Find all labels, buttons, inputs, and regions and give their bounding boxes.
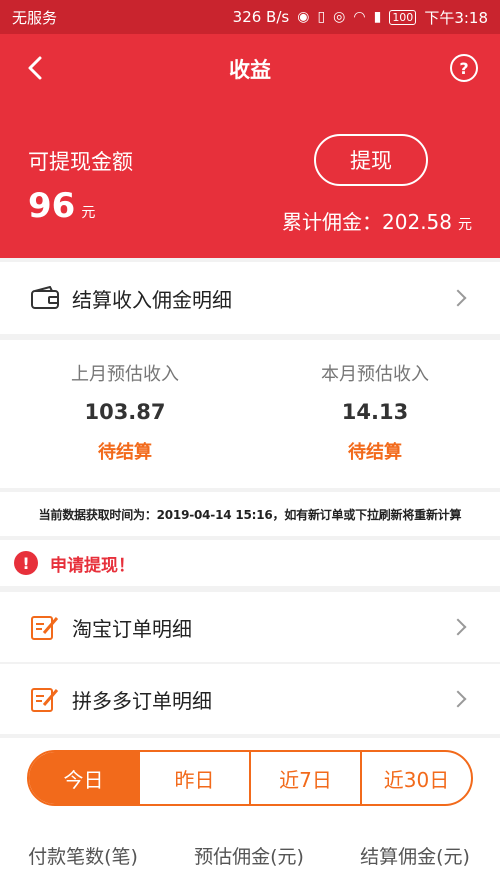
this-month-value: 14.13 <box>341 400 409 424</box>
data-timestamp-note: 当前数据获取时间为：2019-04-14 15:16，如有新订单或下拉刷新将重新… <box>0 492 500 536</box>
tab-today[interactable]: 今日 <box>29 752 138 804</box>
network-speed: 326 B/s <box>232 8 290 26</box>
last-month-status: 待结算 <box>98 442 152 463</box>
last-month-stat: 上月预估收入 103.87 待结算 <box>0 340 250 464</box>
period-section: 今日 昨日 近7日 近30日 付款笔数(笔) 预估佣金(元) 结算佣金(元) <box>0 738 500 889</box>
clock: 下午3:18 <box>424 8 488 27</box>
period-tabs: 今日 昨日 近7日 近30日 <box>27 750 473 806</box>
page-title: 收益 <box>229 58 271 82</box>
stats-column-headers: 付款笔数(笔) 预估佣金(元) 结算佣金(元) <box>0 842 500 869</box>
edit-document-icon <box>31 688 59 712</box>
help-glyph: ? <box>459 58 469 78</box>
estimated-income-panel: 上月预估收入 103.87 待结算 本月预估收入 14.13 待结算 <box>0 340 500 488</box>
available-value: 96 <box>28 186 76 226</box>
eye-icon: ◎ <box>333 9 346 25</box>
available-label: 可提现金额 <box>28 150 133 174</box>
available-amount: 96 元 <box>28 186 95 226</box>
chevron-right-icon <box>449 690 467 708</box>
column-header: 结算佣金(元) <box>360 846 470 868</box>
withdraw-alert[interactable]: ! 申请提现！ <box>0 540 500 586</box>
status-bar: 无服务 326 B/s ◉ ▯ ◎ ◠ ▮ 100 下午3:18 <box>0 0 500 34</box>
battery-icon: 100 <box>389 9 417 25</box>
tab-last-30-days[interactable]: 近30日 <box>360 752 471 804</box>
taobao-order-label: 淘宝订单明细 <box>72 616 192 641</box>
last-month-title: 上月预估收入 <box>71 364 179 385</box>
this-month-stat: 本月预估收入 14.13 待结算 <box>250 340 500 464</box>
vibrate-icon: ▯ <box>317 9 326 25</box>
battery-level: 100 <box>392 10 414 24</box>
wallet-icon <box>31 286 59 309</box>
alert-icon: ! <box>14 551 38 575</box>
edit-document-icon <box>31 616 59 640</box>
wifi-icon: ◠ <box>353 9 366 25</box>
total-commission: 累计佣金：202.58 元 <box>282 206 472 235</box>
this-month-title: 本月预估收入 <box>321 364 429 385</box>
alert-text: 申请提现！ <box>50 555 135 576</box>
settlement-detail-label: 结算收入佣金明细 <box>72 287 232 312</box>
column-header: 预估佣金(元) <box>194 846 304 868</box>
status-right: 326 B/s ◉ ▯ ◎ ◠ ▮ 100 下午3:18 <box>233 7 488 28</box>
pinduoduo-order-row[interactable]: 拼多多订单明细 <box>0 664 500 734</box>
total-value: 202.58 <box>382 210 452 234</box>
taobao-order-row[interactable]: 淘宝订单明细 <box>0 592 500 662</box>
total-unit: 元 <box>458 217 472 233</box>
tab-yesterday[interactable]: 昨日 <box>138 752 249 804</box>
nfc-icon: ◉ <box>297 9 310 25</box>
chevron-right-icon <box>449 618 467 636</box>
last-month-value: 103.87 <box>84 400 166 424</box>
this-month-status: 待结算 <box>348 442 402 463</box>
column-header: 付款笔数(笔) <box>28 846 138 868</box>
available-unit: 元 <box>81 205 96 221</box>
chevron-right-icon <box>449 289 467 307</box>
total-label: 累计佣金： <box>282 210 383 234</box>
nav-bar: 收益 ? <box>0 34 500 102</box>
tab-last-7-days[interactable]: 近7日 <box>249 752 360 804</box>
sim-alert-icon: ▮ <box>373 9 382 25</box>
earnings-header: 收益 ? 可提现金额 96 元 提现 累计佣金：202.58 元 <box>0 34 500 258</box>
help-icon[interactable]: ? <box>450 54 478 82</box>
carrier-text: 无服务 <box>12 8 58 27</box>
pinduoduo-order-label: 拼多多订单明细 <box>72 688 212 713</box>
settlement-detail-row[interactable]: 结算收入佣金明细 <box>0 262 500 334</box>
withdraw-button[interactable]: 提现 <box>314 134 428 186</box>
